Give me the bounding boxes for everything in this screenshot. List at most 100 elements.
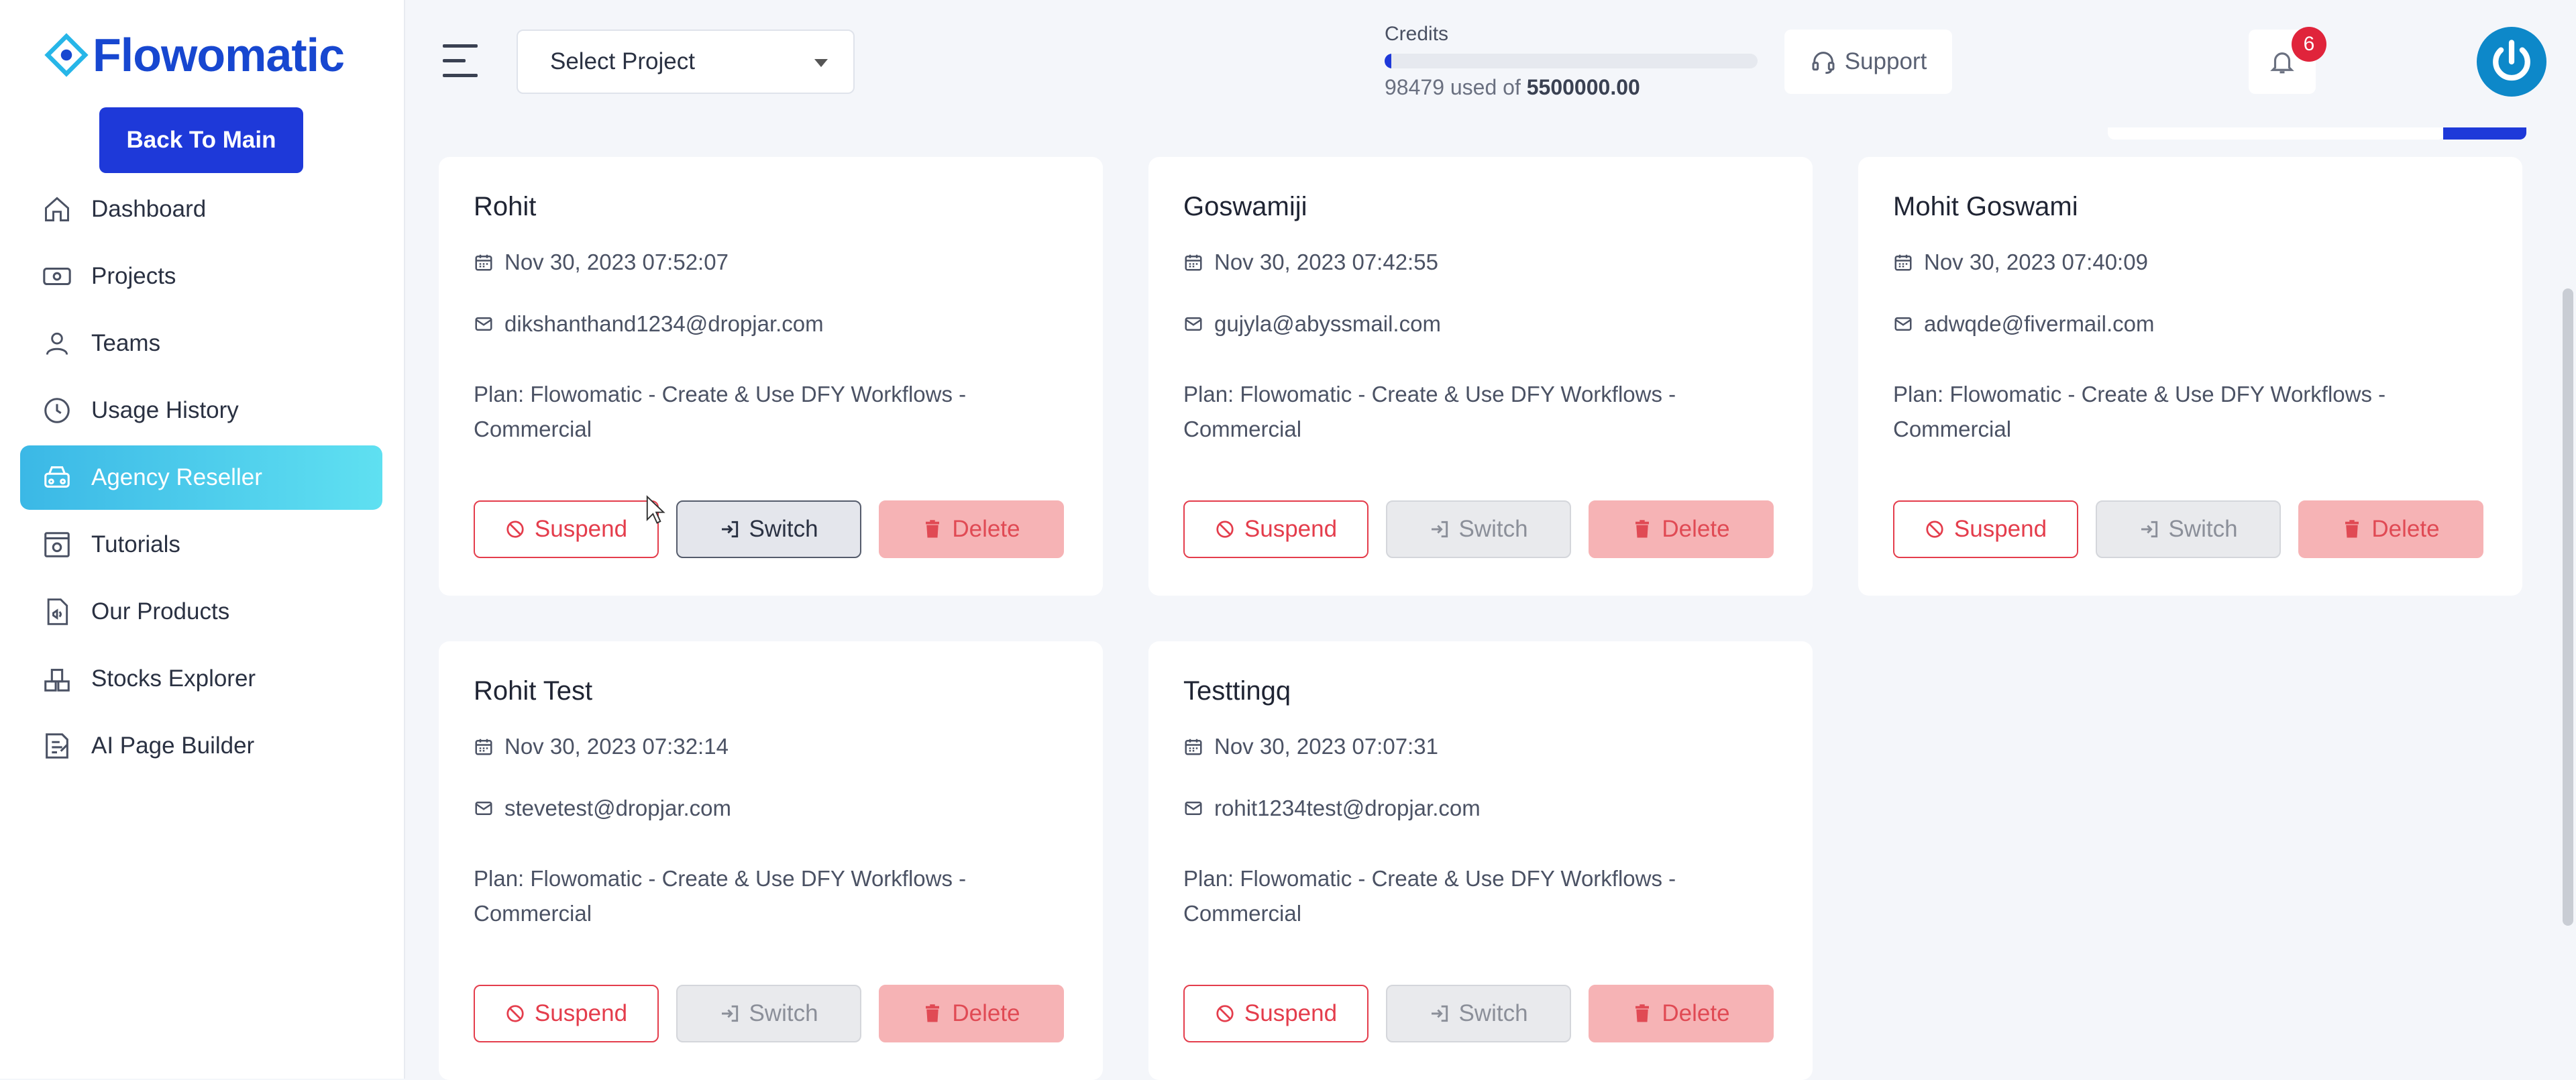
search-button[interactable] (2443, 127, 2526, 140)
suspend-label: Suspend (1244, 1000, 1338, 1026)
credits-progress-bar (1385, 54, 1758, 68)
account-email: adwqde@fivermail.com (1893, 311, 2154, 337)
date-text: Nov 30, 2023 07:32:14 (504, 734, 729, 759)
sidebar-item-teams[interactable]: Teams (20, 311, 382, 376)
switch-button[interactable]: Switch (1386, 985, 1571, 1042)
sidebar-item-label: Dashboard (91, 196, 207, 222)
select-project-dropdown[interactable]: Select Project (517, 30, 855, 94)
delete-button[interactable]: Delete (2298, 500, 2483, 558)
account-actions: Suspend Switch Delete (1183, 985, 1774, 1042)
account-email: rohit1234test@dropjar.com (1183, 796, 1481, 821)
account-plan: Plan: Flowomatic - Create & Use DFY Work… (474, 861, 1051, 931)
search-input[interactable] (2108, 127, 2445, 140)
brand-name: Flowomatic (93, 29, 345, 81)
sidebar: Flowomatic Back To Main Dashboard Projec… (0, 0, 405, 1079)
sidebar-item-usage-history[interactable]: Usage History (20, 378, 382, 443)
suspend-button[interactable]: Suspend (474, 985, 659, 1042)
sign-in-icon (719, 518, 742, 541)
switch-button[interactable]: Switch (676, 500, 861, 558)
power-icon (2493, 40, 2530, 81)
sidebar-item-label: Teams (91, 330, 161, 356)
envelope-icon (474, 313, 496, 335)
switch-button[interactable]: Switch (2096, 500, 2281, 558)
account-created-date: Nov 30, 2023 07:32:14 (474, 734, 729, 759)
sign-in-icon (1429, 518, 1452, 541)
brand-logo[interactable]: Flowomatic (44, 28, 345, 82)
delete-label: Delete (2371, 516, 2440, 542)
switch-button[interactable]: Switch (676, 985, 861, 1042)
page-builder-icon (40, 729, 74, 763)
delete-button[interactable]: Delete (879, 985, 1064, 1042)
sidebar-item-our-products[interactable]: Our Products (20, 580, 382, 644)
trash-icon (1632, 1002, 1655, 1025)
sidebar-item-label: Tutorials (91, 531, 180, 557)
sign-in-icon (719, 1002, 742, 1025)
sidebar-item-stocks-explorer[interactable]: Stocks Explorer (20, 647, 382, 711)
suspend-label: Suspend (1244, 516, 1338, 542)
notifications-button[interactable]: 6 (2249, 27, 2326, 94)
email-text: adwqde@fivermail.com (1924, 311, 2155, 336)
sidebar-item-tutorials[interactable]: Tutorials (20, 512, 382, 577)
ban-icon (1215, 518, 1238, 541)
sidebar-item-label: Projects (91, 263, 176, 289)
envelope-icon (1183, 797, 1206, 820)
back-to-main-button[interactable]: Back To Main (99, 107, 303, 173)
stocks-icon (40, 662, 74, 696)
account-created-date: Nov 30, 2023 07:40:09 (1893, 250, 2148, 275)
account-email: stevetest@dropjar.com (474, 796, 731, 821)
date-text: Nov 30, 2023 07:40:09 (1924, 250, 2148, 274)
support-button[interactable]: Support (1784, 30, 1952, 94)
sidebar-item-ai-page-builder[interactable]: AI Page Builder (20, 714, 382, 778)
reseller-account-card: Mohit Goswami Nov 30, 2023 07:40:09 adwq… (1858, 157, 2522, 596)
delete-label: Delete (952, 1000, 1020, 1026)
suspend-label: Suspend (1953, 516, 2047, 542)
credits-panel: Credits 98479 used of 5500000.00 (1385, 23, 1760, 100)
account-name: Rohit Test (474, 676, 593, 706)
calendar-icon (1183, 735, 1206, 758)
bell-icon (2270, 52, 2294, 74)
reseller-account-card: Goswamiji Nov 30, 2023 07:42:55 gujyla@a… (1148, 157, 1813, 596)
calendar-icon (474, 251, 496, 274)
delete-button[interactable]: Delete (1589, 985, 1774, 1042)
switch-button[interactable]: Switch (1386, 500, 1571, 558)
suspend-button[interactable]: Suspend (1183, 500, 1368, 558)
calendar-icon (474, 735, 496, 758)
sign-in-icon (1429, 1002, 1452, 1025)
account-plan: Plan: Flowomatic - Create & Use DFY Work… (1183, 861, 1760, 931)
sidebar-item-dashboard[interactable]: Dashboard (20, 177, 382, 241)
calendar-icon (1893, 251, 1916, 274)
plan-line-2: Commercial (1183, 417, 1302, 441)
email-text: dikshanthand1234@dropjar.com (504, 311, 824, 336)
account-created-date: Nov 30, 2023 07:52:07 (474, 250, 729, 275)
mouse-cursor-icon (646, 495, 665, 524)
plan-line-1: Plan: Flowomatic - Create & Use DFY Work… (1183, 382, 1676, 407)
switch-label: Switch (1458, 516, 1528, 542)
account-name: Goswamiji (1183, 192, 1307, 221)
envelope-icon (474, 797, 496, 820)
trash-icon (922, 1002, 945, 1025)
sidebar-item-agency-reseller[interactable]: Agency Reseller (20, 445, 382, 510)
sidebar-item-projects[interactable]: Projects (20, 244, 382, 309)
date-text: Nov 30, 2023 07:42:55 (1214, 250, 1438, 274)
suspend-button[interactable]: Suspend (1893, 500, 2078, 558)
reseller-account-card: Rohit Nov 30, 2023 07:52:07 dikshanthand… (439, 157, 1103, 596)
account-email: dikshanthand1234@dropjar.com (474, 311, 824, 337)
switch-label: Switch (1458, 1000, 1528, 1026)
delete-button[interactable]: Delete (879, 500, 1064, 558)
account-email: gujyla@abyssmail.com (1183, 311, 1441, 337)
reseller-account-card: Testtingq Nov 30, 2023 07:07:31 rohit123… (1148, 641, 1813, 1080)
trash-icon (922, 518, 945, 541)
account-created-date: Nov 30, 2023 07:07:31 (1183, 734, 1438, 759)
credits-used: 98479 (1385, 75, 1444, 99)
sidebar-nav: Dashboard Projects Teams Usage History A… (20, 177, 382, 781)
plan-line-2: Commercial (1183, 901, 1302, 926)
suspend-button[interactable]: Suspend (1183, 985, 1368, 1042)
scrollbar[interactable] (2563, 288, 2573, 926)
delete-label: Delete (1662, 1000, 1730, 1026)
hamburger-menu-icon[interactable] (443, 42, 484, 80)
delete-button[interactable]: Delete (1589, 500, 1774, 558)
avatar[interactable] (2477, 27, 2546, 97)
suspend-button[interactable]: Suspend (474, 500, 659, 558)
plan-line-2: Commercial (474, 901, 592, 926)
notification-count-badge: 6 (2292, 27, 2326, 62)
